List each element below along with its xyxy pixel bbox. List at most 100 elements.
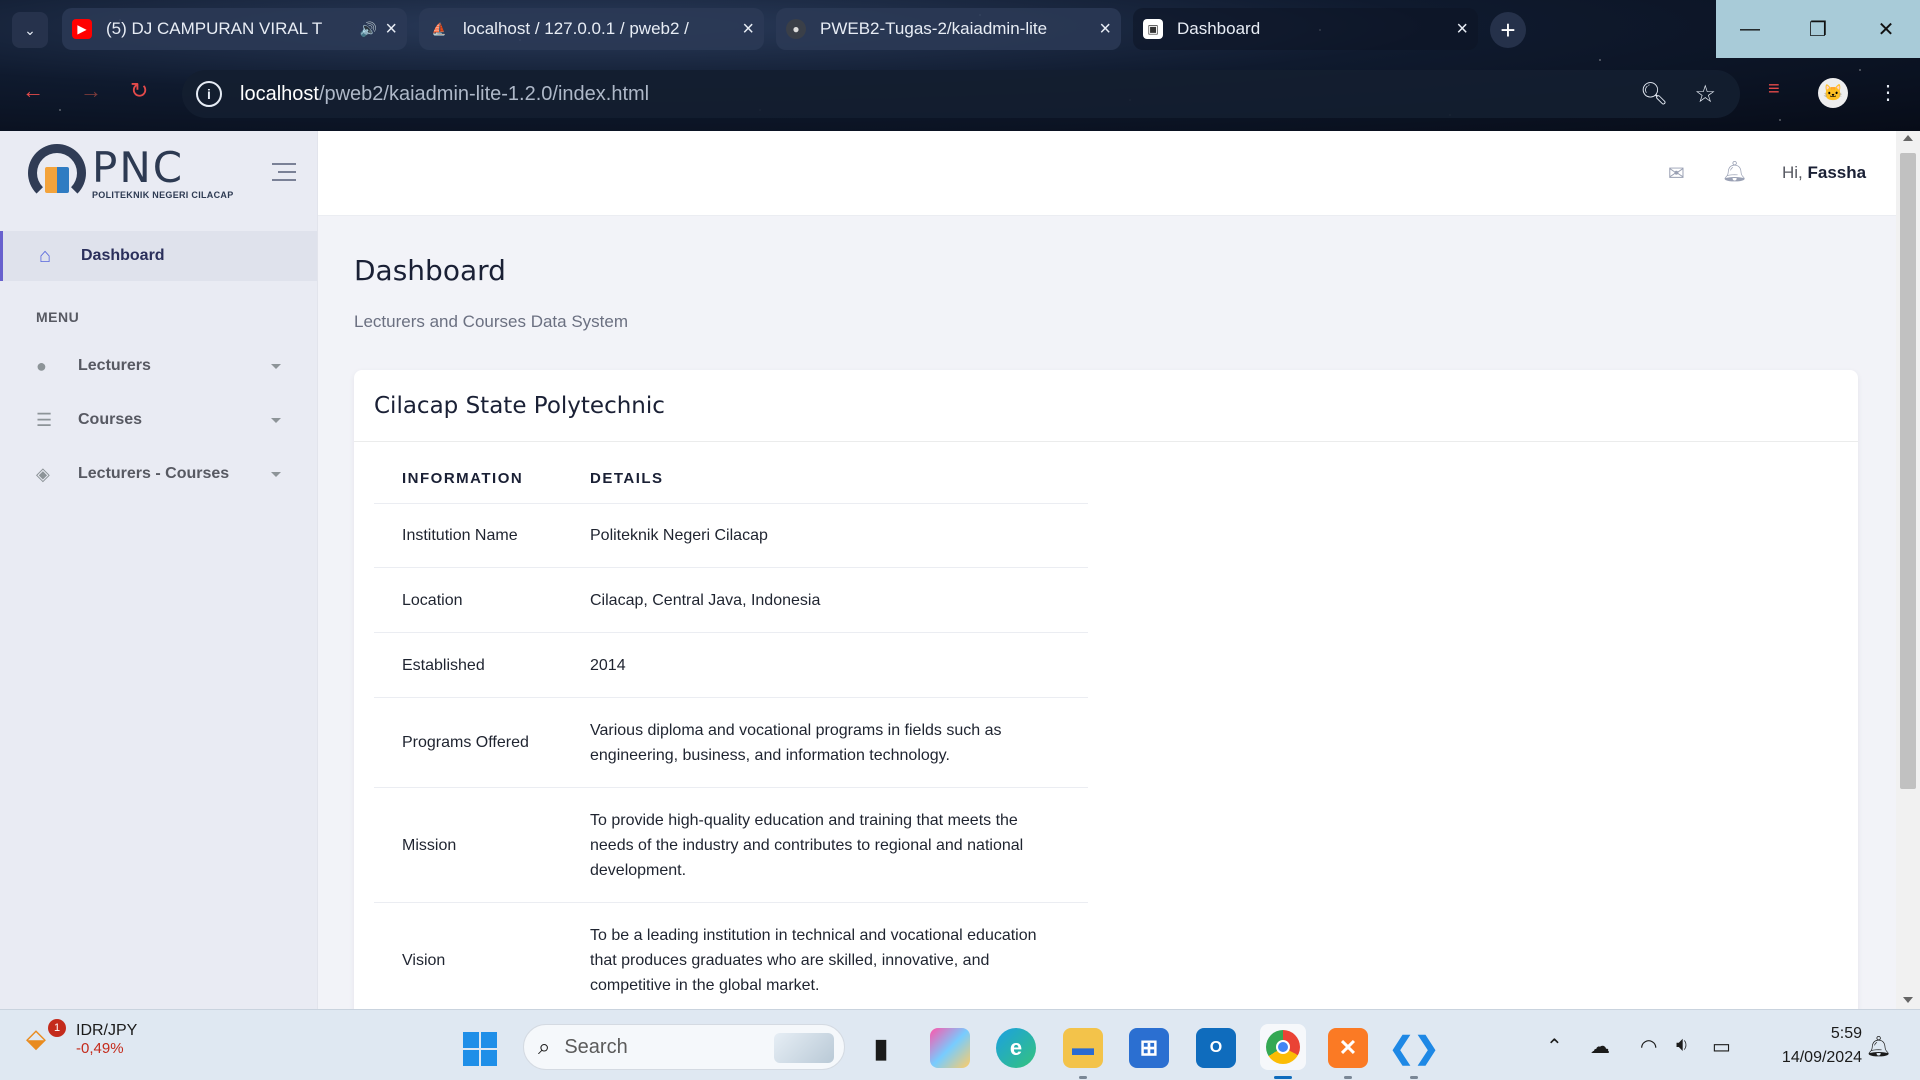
taskbar-search[interactable]: ⌕ Search [523, 1024, 845, 1070]
logo-subtext: POLITEKNIK NEGERI CILACAP [92, 190, 234, 200]
logo[interactable]: PNC POLITEKNIK NEGERI CILACAP [0, 131, 317, 215]
web-page: PNC POLITEKNIK NEGERI CILACAP ⌂ Dashboar… [0, 131, 1896, 1009]
user-greeting[interactable]: Hi, Fassha [1782, 163, 1866, 183]
back-icon[interactable]: ← [22, 78, 44, 104]
zoom-icon[interactable]: 🔍︎ [1640, 81, 1668, 107]
column-header-information: INFORMATION [374, 470, 562, 504]
scroll-up-icon[interactable] [1903, 135, 1913, 141]
file-explorer-icon[interactable]: ▬ [1063, 1028, 1103, 1068]
sidebar-toggle-icon[interactable] [272, 163, 296, 187]
logo-mark-icon [28, 144, 86, 202]
sidebar-item-dashboard[interactable]: ⌂ Dashboard [0, 231, 317, 281]
tab-phpmyadmin[interactable]: ⛵ localhost / 127.0.0.1 / pweb2 / × [419, 8, 764, 50]
extension-icon[interactable]: ≡ [1768, 78, 1780, 101]
card-header: Cilacap State Polytechnic [354, 370, 1858, 442]
start-button[interactable] [463, 1032, 497, 1066]
tab-title: PWEB2-Tugas-2/kaiadmin-lite [820, 19, 1048, 38]
close-window-button[interactable]: ✕ [1852, 0, 1920, 58]
edge-icon[interactable]: e [996, 1028, 1036, 1068]
profile-avatar[interactable]: 🐱 [1818, 78, 1848, 108]
tab-title: Dashboard [1177, 19, 1261, 38]
sidebar-item-label: Lecturers - Courses [78, 465, 230, 482]
page-scrollbar[interactable] [1896, 131, 1920, 1009]
vscode-icon[interactable]: ❮❯ [1389, 1028, 1439, 1068]
top-navbar: ✉ 🔔︎ Hi, Fassha [318, 131, 1896, 216]
task-view-icon[interactable]: ▮ [861, 1028, 901, 1068]
battery-icon[interactable]: ▭ [1712, 1034, 1731, 1059]
url-host: localhost [240, 82, 319, 105]
close-tab-icon[interactable]: × [742, 18, 754, 41]
bookmark-star-icon[interactable]: ☆ [1694, 80, 1716, 109]
sidebar-item-lecturers[interactable]: ● Lecturers [0, 339, 317, 393]
address-bar[interactable]: i localhost /pweb2/kaiadmin-lite-1.2.0/i… [182, 70, 1740, 118]
notification-badge: 1 [48, 1018, 66, 1037]
logo-text: PNC [92, 143, 185, 192]
close-tab-icon[interactable]: × [1456, 18, 1468, 41]
caret-down-icon [271, 417, 281, 423]
info-card: Cilacap State Polytechnic INFORMATION DE… [354, 370, 1858, 1009]
bell-icon[interactable]: 🔔︎ [1722, 159, 1747, 184]
minimize-button[interactable]: — [1716, 0, 1784, 58]
forward-icon[interactable]: → [80, 78, 102, 104]
system-clock[interactable]: 5:59 14/09/2024 [1762, 1022, 1862, 1070]
tab-youtube[interactable]: ▶ (5) DJ CAMPURAN VIRAL T 🔊 × [62, 8, 407, 50]
tab-dashboard[interactable]: ▣ Dashboard × [1133, 8, 1478, 50]
close-tab-icon[interactable]: × [385, 18, 397, 41]
tab-search-button[interactable]: ⌄ [12, 12, 48, 48]
url-path: /pweb2/kaiadmin-lite-1.2.0/index.html [318, 82, 650, 105]
github-icon: ● [786, 19, 806, 39]
table-header-row: INFORMATION DETAILS [374, 470, 1088, 504]
clock-time: 5:59 [1830, 1025, 1862, 1042]
page-icon: ▣ [1143, 19, 1163, 39]
page-subtitle: Lecturers and Courses Data System [354, 312, 629, 331]
youtube-icon: ▶ [72, 19, 92, 39]
envelope-icon[interactable]: ✉ [1668, 161, 1685, 186]
browser-chrome: ⌄ ▶ (5) DJ CAMPURAN VIRAL T 🔊 × ⛵ localh… [0, 0, 1920, 131]
site-info-icon[interactable]: i [196, 81, 222, 107]
scrollbar-thumb[interactable] [1900, 153, 1916, 789]
tab-title: localhost / 127.0.0.1 / pweb2 / [463, 19, 689, 38]
table-row: Mission To provide high-quality educatio… [374, 787, 1088, 903]
table-cell: Location [374, 567, 562, 633]
tab-github[interactable]: ● PWEB2-Tugas-2/kaiadmin-lite × [776, 8, 1121, 50]
chrome-icon[interactable] [1260, 1024, 1306, 1070]
copilot-icon[interactable] [930, 1028, 970, 1068]
table-row: Programs Offered Various diploma and voc… [374, 697, 1088, 788]
speaker-icon[interactable]: 🔊 [360, 21, 377, 38]
xampp-icon[interactable]: ✕ [1328, 1028, 1368, 1068]
sidebar-item-label: Courses [78, 411, 143, 428]
table-row: Location Cilacap, Central Java, Indonesi… [374, 567, 1088, 633]
table-row: Established 2014 [374, 632, 1088, 698]
notification-bell-icon[interactable]: 🔔︎ [1866, 1034, 1891, 1059]
caret-down-icon [271, 363, 281, 369]
scroll-down-icon[interactable] [1903, 997, 1913, 1003]
user-icon: ● [36, 355, 47, 376]
sidebar-item-lecturers-courses[interactable]: ◈ Lecturers - Courses [0, 447, 317, 501]
wifi-icon[interactable]: ◠ [1640, 1034, 1657, 1059]
greeting-text: Hi, [1782, 163, 1803, 182]
onedrive-cloud-icon[interactable]: ☁ [1590, 1034, 1610, 1059]
info-table: INFORMATION DETAILS Institution Name Pol… [374, 470, 1088, 1009]
sidebar: PNC POLITEKNIK NEGERI CILACAP ⌂ Dashboar… [0, 131, 318, 1009]
restore-button[interactable]: ❐ [1784, 0, 1852, 58]
sidebar-item-courses[interactable]: ☰ Courses [0, 393, 317, 447]
search-icon: ⌕ [538, 1034, 551, 1059]
table-cell: Various diploma and vocational programs … [562, 697, 1088, 788]
volume-icon[interactable]: 🔉︎ [1676, 1034, 1689, 1057]
microsoft-store-icon[interactable]: ⊞ [1129, 1028, 1169, 1068]
table-row: Vision To be a leading institution in te… [374, 902, 1088, 1009]
phpmyadmin-icon: ⛵ [431, 22, 447, 36]
running-indicator [1274, 1076, 1292, 1079]
close-tab-icon[interactable]: × [1099, 18, 1111, 41]
caret-down-icon [271, 471, 281, 477]
currency-widget[interactable]: ⬙ 1 IDR/JPY -0,49% [26, 1018, 137, 1057]
table-cell: Cilacap, Central Java, Indonesia [562, 567, 1088, 633]
browser-menu-icon[interactable]: ⋮ [1878, 80, 1898, 105]
show-hidden-icons-chevron-icon[interactable]: ⌃ [1546, 1034, 1563, 1059]
reload-icon[interactable]: ↻ [130, 78, 148, 104]
card-title: Cilacap State Polytechnic [374, 392, 665, 419]
new-tab-button[interactable]: + [1490, 12, 1526, 48]
outlook-icon[interactable]: O [1196, 1028, 1236, 1068]
search-placeholder: Search [564, 1035, 628, 1058]
clock-date: 14/09/2024 [1781, 1049, 1862, 1066]
